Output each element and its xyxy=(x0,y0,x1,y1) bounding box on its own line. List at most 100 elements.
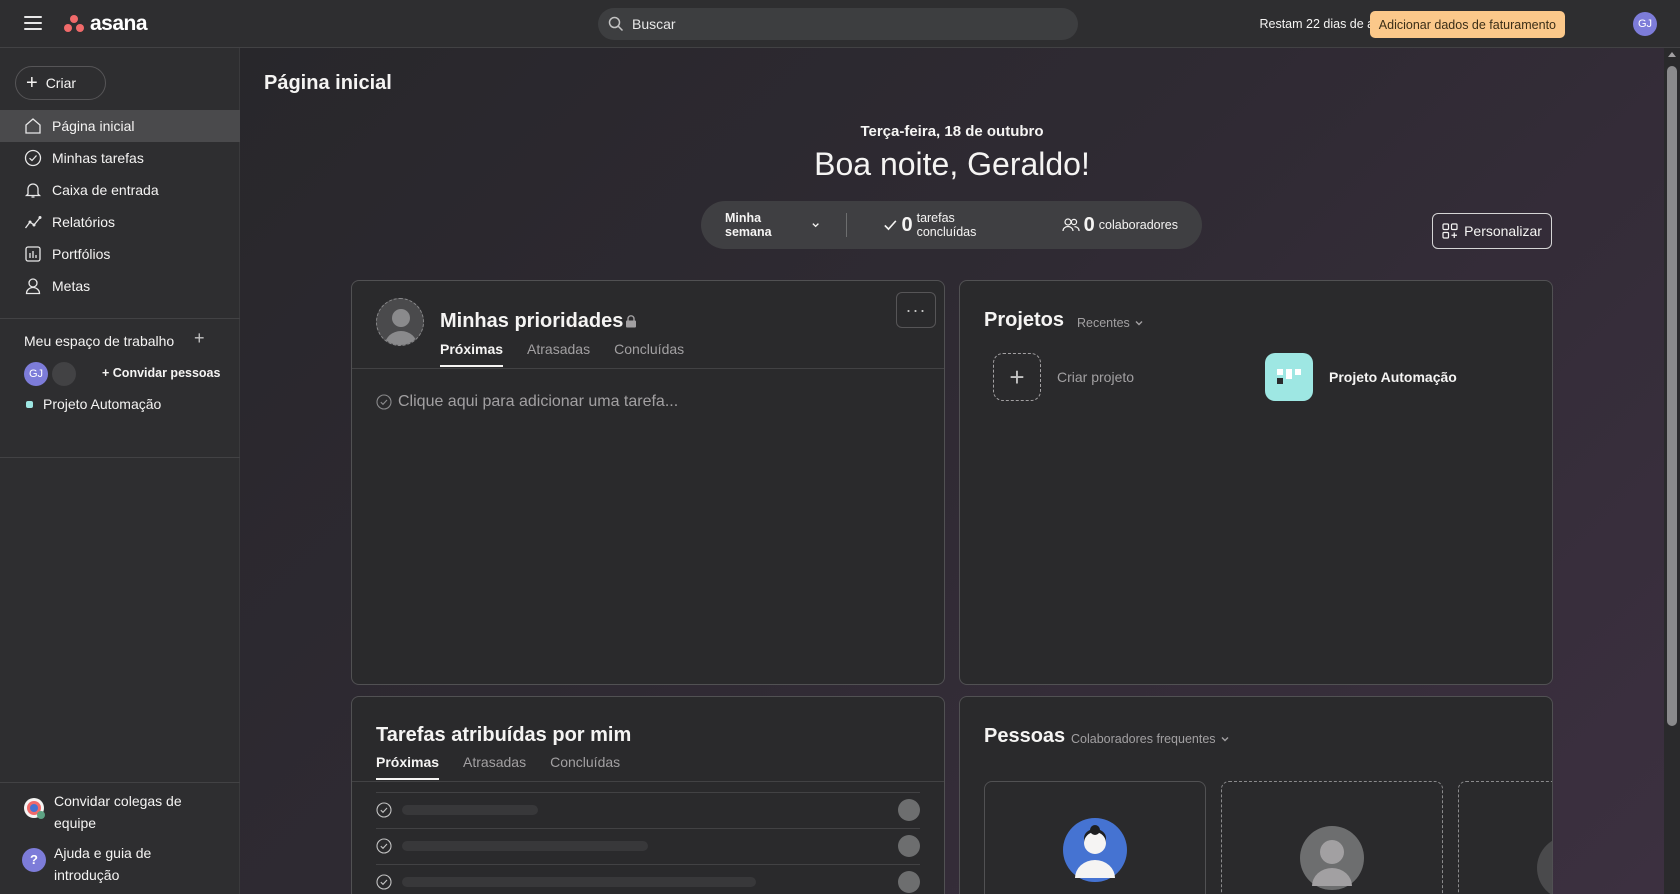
check-circle-icon xyxy=(376,837,392,854)
assignee-avatar xyxy=(898,798,920,821)
page-scrollbar[interactable] xyxy=(1664,48,1680,894)
chevron-down-icon xyxy=(1135,321,1143,326)
invite-person-slot[interactable] xyxy=(1221,781,1443,894)
workspace-title[interactable]: Meu espaço de trabalho xyxy=(24,333,174,349)
projects-card: Projetos Recentes + Criar projeto Projet… xyxy=(959,280,1553,685)
help-question-icon: ? xyxy=(22,848,46,872)
sidebar-item-portfolios[interactable]: Portfólios xyxy=(0,238,240,270)
sidebar-item-my-tasks[interactable]: Minhas tarefas xyxy=(0,142,240,174)
chevron-down-icon xyxy=(812,223,819,228)
invite-people-button[interactable]: + Convidar pessoas xyxy=(102,366,220,380)
task-row[interactable] xyxy=(376,864,920,894)
tab-completed[interactable]: Concluídas xyxy=(614,341,684,367)
people-card: Pessoas Colaboradores frequentes xyxy=(959,696,1553,894)
default-avatar-icon xyxy=(385,309,417,345)
card-divider xyxy=(352,781,944,782)
card-divider xyxy=(352,368,944,369)
priorities-tabs: Próximas Atrasadas Concluídas xyxy=(440,341,684,367)
assigned-tasks-title[interactable]: Tarefas atribuídas por mim xyxy=(376,724,631,747)
tab-upcoming[interactable]: Próximas xyxy=(376,754,440,780)
projects-title[interactable]: Projetos xyxy=(984,309,1064,332)
more-options-icon[interactable]: ··· xyxy=(896,292,936,328)
sidebar-item-label: Metas xyxy=(52,278,91,294)
personalize-label: Personalizar xyxy=(1464,223,1542,239)
portfolio-icon xyxy=(25,246,41,262)
priorities-title[interactable]: Minhas prioridades xyxy=(440,310,623,333)
scroll-up-icon[interactable] xyxy=(1668,52,1676,57)
sidebar-item-label: Relatórios xyxy=(52,214,116,230)
invite-gift-icon xyxy=(24,798,45,819)
task-placeholder-bar xyxy=(402,840,648,851)
scrollbar-thumb[interactable] xyxy=(1667,66,1677,726)
add-billing-button[interactable]: Adicionar dados de faturamento xyxy=(1369,11,1565,38)
create-label: Criar xyxy=(45,75,77,91)
invite-people-label: Convidar pessoas xyxy=(112,366,221,380)
search-icon xyxy=(608,16,624,32)
collaborators-stat: 0 colaboradores xyxy=(1062,214,1178,237)
help-guide-button[interactable]: ? Ajuda e guia de introdução xyxy=(22,842,212,886)
assignee-avatar xyxy=(898,870,920,893)
placeholder-person-icon xyxy=(1300,826,1364,890)
create-button[interactable]: + Criar xyxy=(15,66,106,100)
people-title[interactable]: Pessoas xyxy=(984,725,1065,748)
invite-colleagues-button[interactable]: Convidar colegas de equipe xyxy=(22,790,212,834)
projects-filter-dropdown[interactable]: Recentes xyxy=(1077,316,1144,330)
sidebar-item-inbox[interactable]: Caixa de entrada xyxy=(0,174,240,206)
main-content: Página inicial Terça-feira, 18 de outubr… xyxy=(240,48,1664,894)
asana-logo-icon xyxy=(64,15,84,33)
sidebar-item-reports[interactable]: Relatórios xyxy=(0,206,240,238)
sidebar-item-label: Caixa de entrada xyxy=(52,182,159,198)
people-filter-dropdown[interactable]: Colaboradores frequentes xyxy=(1071,732,1230,746)
period-dropdown[interactable]: Minha semana xyxy=(725,211,820,239)
period-label: Minha semana xyxy=(725,211,772,239)
tab-completed[interactable]: Concluídas xyxy=(550,754,620,780)
page-title: Página inicial xyxy=(264,72,392,94)
project-name: Projeto Automação xyxy=(1329,369,1457,385)
add-task-row[interactable]: Clique aqui para adicionar uma tarefa... xyxy=(376,393,678,411)
search-input[interactable] xyxy=(632,16,1032,32)
project-board-icon xyxy=(1265,353,1313,401)
logo-text: asana xyxy=(90,12,148,35)
tab-overdue[interactable]: Atrasadas xyxy=(527,341,590,367)
sidebar-item-home[interactable]: Página inicial xyxy=(0,110,240,142)
create-project-button[interactable]: + Criar projeto xyxy=(993,353,1134,401)
sidebar-item-goals[interactable]: Metas xyxy=(0,270,240,302)
task-placeholder-bar xyxy=(402,876,756,887)
add-workspace-item-icon[interactable]: + xyxy=(194,328,205,349)
task-row[interactable] xyxy=(376,828,920,862)
project-item[interactable]: Projeto Automação xyxy=(1265,353,1457,401)
check-circle-icon xyxy=(376,801,392,818)
personalize-button[interactable]: Personalizar xyxy=(1432,213,1552,249)
workspace-members: GJ xyxy=(24,362,76,386)
assigned-tasks-card: Tarefas atribuídas por mim Próximas Atra… xyxy=(351,696,945,894)
tab-upcoming[interactable]: Próximas xyxy=(440,341,504,367)
people-filter-label: Colaboradores frequentes xyxy=(1071,732,1216,746)
search-bar[interactable] xyxy=(598,8,1078,40)
completed-tasks-count: 0 xyxy=(901,213,913,236)
task-row[interactable] xyxy=(376,792,920,826)
date-label: Terça-feira, 18 de outubro xyxy=(860,123,1044,140)
plus-icon: + xyxy=(26,72,38,94)
user-avatar[interactable]: GJ xyxy=(1633,12,1657,36)
check-circle-icon xyxy=(376,394,392,410)
invite-colleagues-label: Convidar colegas de equipe xyxy=(54,793,182,831)
check-circle-icon xyxy=(376,873,392,890)
hamburger-menu-icon[interactable] xyxy=(24,16,42,30)
tab-overdue[interactable]: Atrasadas xyxy=(463,754,526,780)
person-card[interactable] xyxy=(984,781,1206,894)
sidebar-project-item[interactable]: Projeto Automação xyxy=(26,396,161,412)
lock-icon xyxy=(626,315,636,328)
create-project-label: Criar projeto xyxy=(1057,369,1135,385)
project-color-dot xyxy=(26,400,33,408)
invite-person-slot[interactable] xyxy=(1458,781,1552,894)
asana-logo[interactable]: asana xyxy=(64,12,148,36)
top-bar: asana Restam 22 dias de avaliação Adicio… xyxy=(0,0,1680,48)
person-goal-icon xyxy=(25,278,41,295)
people-icon xyxy=(1062,218,1080,232)
create-project-plus-icon: + xyxy=(993,353,1041,401)
project-name: Projeto Automação xyxy=(43,396,162,412)
sidebar-divider xyxy=(0,457,240,458)
member-avatar-placeholder[interactable] xyxy=(52,362,76,386)
member-avatar[interactable]: GJ xyxy=(24,362,48,386)
sidebar-nav: Página inicial Minhas tarefas Caixa de e… xyxy=(0,110,240,302)
